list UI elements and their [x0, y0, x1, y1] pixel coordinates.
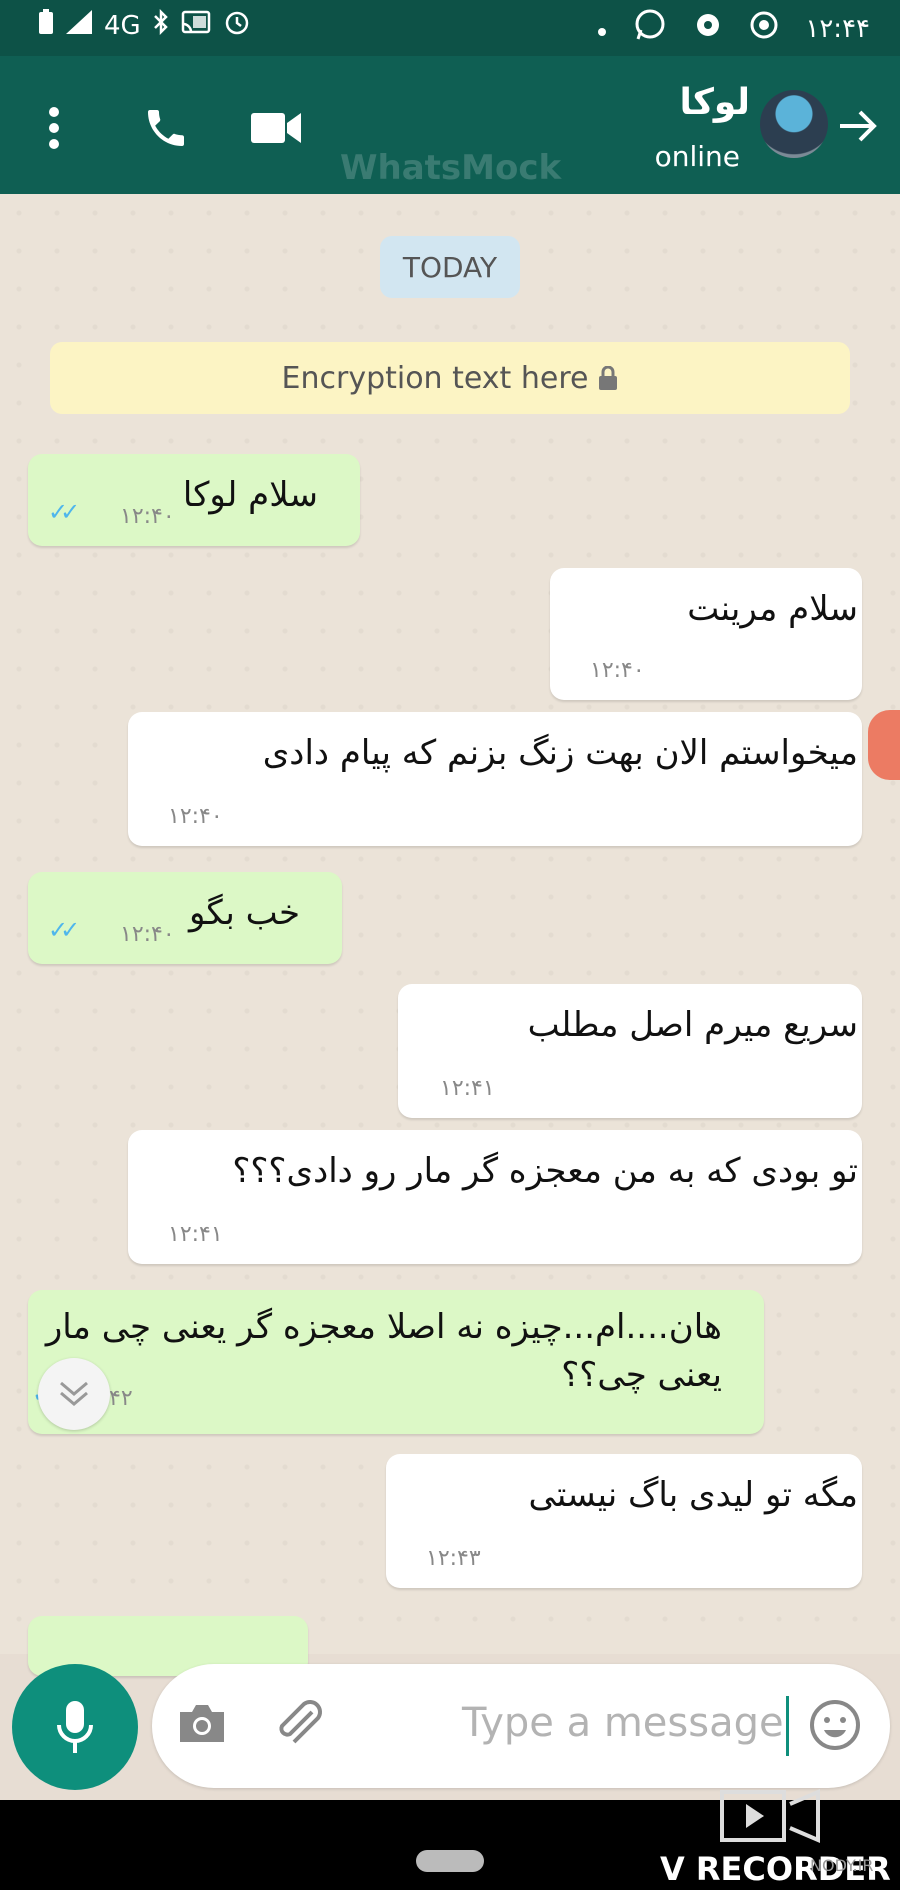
home-gesture-pill[interactable] [416, 1850, 484, 1872]
message-text: سلام لوکا [182, 475, 318, 515]
camera-button[interactable] [176, 1702, 228, 1750]
message-text: خب بگو [188, 893, 300, 933]
clock-time: ۱۲:۴۴ [805, 13, 870, 44]
paperclip-icon [279, 1700, 322, 1744]
bluetooth-icon [153, 8, 169, 42]
recorder-logo-icon [720, 1786, 824, 1850]
avatar[interactable] [760, 90, 828, 158]
status-left: 4G [38, 8, 251, 43]
encryption-text: Encryption text here [281, 360, 589, 396]
message-bubble-outgoing[interactable]: سلام لوکا ۱۲:۴۰ ✓✓ [28, 454, 360, 546]
message-bubble-incoming[interactable]: میخواستم الان بهت زنگ بزنم که پیام دادی … [128, 712, 862, 846]
message-bubble-outgoing[interactable]: خب بگو ۱۲:۴۰ ✓✓ [28, 872, 342, 964]
text-caret [786, 1696, 789, 1756]
read-ticks-icon: ✓✓ [48, 916, 80, 944]
message-input[interactable]: Type a message [462, 1700, 784, 1746]
chat-area[interactable]: TODAY Encryption text here سلام لوکا ۱۲:… [0, 194, 900, 1676]
back-button[interactable] [836, 104, 880, 152]
message-bubble-incoming[interactable]: مگه تو لیدی باگ نیستی ۱۲:۴۳ [386, 1454, 862, 1588]
message-text: میخواستم الان بهت زنگ بزنم که پیام دادی [262, 733, 858, 773]
message-text: سریع میرم اصل مطلب [527, 1005, 858, 1045]
contact-name[interactable]: لوکا [679, 82, 750, 123]
message-composer[interactable]: Type a message [152, 1664, 890, 1788]
network-type: 4G [104, 10, 141, 41]
more-options-button[interactable] [22, 96, 86, 160]
arrow-right-icon [840, 110, 877, 142]
video-call-button[interactable] [244, 96, 308, 160]
message-time: ۱۲:۴۰ [590, 658, 645, 683]
scroll-to-bottom-button[interactable] [38, 1358, 110, 1430]
watermark-text: WhatsMock [340, 148, 562, 188]
notification-dot-icon [597, 14, 607, 44]
message-text-line2: یعنی چی؟؟ [561, 1355, 722, 1395]
site-watermark: NODY.IR [810, 1856, 874, 1875]
message-text: مگه تو لیدی باگ نیستی [528, 1475, 858, 1515]
message-time: ۱۲:۴۰ [120, 504, 175, 529]
alarm-icon [223, 8, 251, 43]
more-vert-icon [49, 107, 59, 149]
message-bubble-outgoing[interactable]: هان....ام...چیزه نه اصلا معجزه گر یعنی چ… [28, 1290, 764, 1434]
status-bar: 4G ۱۲:۴۴ [0, 0, 900, 56]
whatsapp-icon [633, 8, 667, 49]
read-ticks-icon: ✓✓ [48, 498, 80, 526]
video-camera-icon [251, 113, 301, 143]
attach-button[interactable] [272, 1696, 328, 1756]
camera-icon [180, 1705, 224, 1742]
voice-message-button[interactable] [12, 1664, 138, 1790]
message-time: ۱۲:۴۰ [120, 922, 175, 947]
encryption-banner[interactable]: Encryption text here [50, 342, 850, 414]
voice-call-button[interactable] [134, 96, 198, 160]
chevron-double-down-icon [60, 1381, 88, 1406]
message-time: ۱۲:۴۳ [426, 1546, 481, 1571]
cast-icon [181, 10, 211, 41]
message-bubble-incoming[interactable]: تو بودی که به من معجزه گر مار رو دادی؟؟؟… [128, 1130, 862, 1264]
message-bubble-incoming[interactable]: سریع میرم اصل مطلب ۱۲:۴۱ [398, 984, 862, 1118]
message-text: سلام مرینت [687, 589, 858, 629]
lock-icon [599, 366, 618, 390]
chrome-icon [749, 10, 779, 47]
status-right: ۱۲:۴۴ [597, 8, 870, 49]
recording-indicator [868, 710, 900, 780]
contact-status: online [654, 140, 740, 173]
message-text: تو بودی که به من معجزه گر مار رو دادی؟؟؟ [232, 1151, 858, 1191]
signal-icon [66, 10, 92, 41]
emoji-button[interactable] [808, 1698, 862, 1756]
settings-icon [693, 10, 723, 47]
message-text-line1: هان....ام...چیزه نه اصلا معجزه گر یعنی چ… [45, 1307, 722, 1347]
message-time: ۱۲:۴۱ [440, 1076, 495, 1101]
day-label: TODAY [380, 236, 520, 298]
message-bubble-incoming[interactable]: سلام مرینت ۱۲:۴۰ [550, 568, 862, 700]
emoji-icon [810, 1700, 860, 1750]
microphone-icon [57, 1701, 93, 1753]
battery-icon [38, 9, 54, 42]
message-time: ۱۲:۴۱ [168, 1222, 223, 1247]
phone-icon [148, 110, 184, 146]
message-time: ۱۲:۴۰ [168, 804, 223, 829]
